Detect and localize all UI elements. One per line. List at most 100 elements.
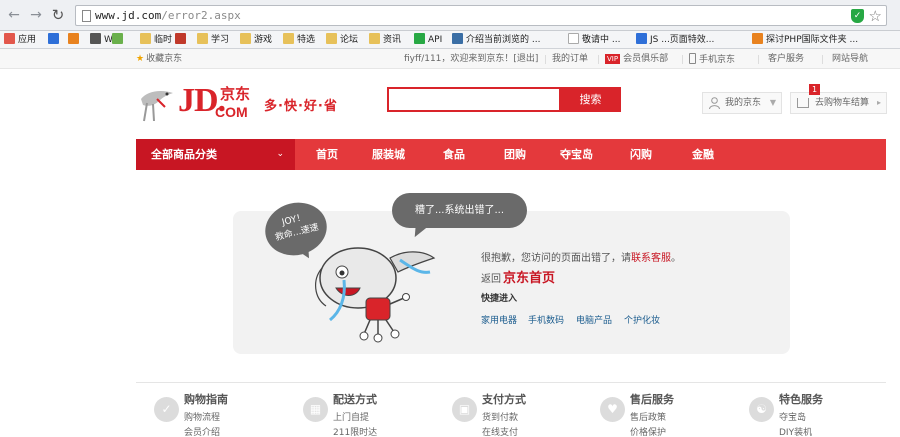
divider [758, 55, 759, 64]
address-bar[interactable]: www.jd.com/error2.aspx ✓ ☆ [75, 5, 887, 26]
contact-service-link[interactable]: 联系客服 [631, 253, 671, 264]
browser-toolbar: ← → ↻ www.jd.com/error2.aspx ✓ ☆ [0, 0, 900, 31]
bookmark-item[interactable]: 论坛 [326, 33, 358, 47]
bookmark-item[interactable]: 特选 [283, 33, 315, 47]
bookmark-item[interactable]: 应用 [4, 33, 36, 47]
folder-icon [240, 33, 251, 44]
my-orders-link[interactable]: 我的订单 [552, 53, 588, 65]
footer-link[interactable]: DIY装机 [779, 427, 812, 437]
search-input[interactable] [387, 87, 561, 112]
divider [598, 55, 599, 64]
bookmark-favicon-icon [90, 33, 101, 44]
bookmark-favicon-icon [112, 33, 123, 44]
url-path: /error2.aspx [161, 9, 241, 22]
url-host: www.jd.com [95, 9, 162, 22]
bookmark-item[interactable] [175, 33, 189, 47]
nav-item-food[interactable]: 食品 [443, 139, 465, 170]
reload-icon[interactable]: ↻ [50, 7, 66, 23]
bookmark-favicon-icon [414, 33, 425, 44]
quick-entry-title: 快捷进入 [481, 294, 518, 304]
footer-link[interactable]: 211限时达 [333, 427, 377, 437]
folder-icon [283, 33, 294, 44]
vip-label: 会员俱乐部 [623, 54, 669, 64]
error-message: 很抱歉，您访问的页面出错了，请联系客服。 [481, 252, 681, 265]
nav-item-auction[interactable]: 夺宝岛 [560, 139, 593, 170]
all-categories-label: 全部商品分类 [151, 148, 217, 161]
bookmark-item[interactable]: 敬请中 ... [568, 33, 620, 47]
footer-link[interactable]: 购物流程 [184, 412, 220, 424]
folder-icon [197, 33, 208, 44]
back-home-prefix: 返回 [481, 274, 501, 285]
cart-label: 去购物车结算 [815, 98, 870, 108]
error-message-text: 很抱歉，您访问的页面出错了，请 [481, 253, 631, 264]
bookmark-item[interactable]: W [90, 33, 113, 47]
shield-icon[interactable]: ✓ [851, 9, 864, 23]
phone-icon [689, 53, 696, 64]
quick-link-computer[interactable]: 电脑产品 [576, 315, 612, 327]
bookmark-favicon-icon [636, 33, 647, 44]
vip-link[interactable]: VIP 会员俱乐部 [605, 53, 668, 65]
cart-button[interactable]: 去购物车结算 ▸ [790, 92, 887, 114]
all-categories-button[interactable]: 全部商品分类 ⌄ [136, 139, 295, 170]
nav-item-finance[interactable]: 金融 [692, 139, 714, 170]
jd-home-link[interactable]: 京东首页 [503, 271, 555, 286]
quick-link-beauty[interactable]: 个护化妆 [624, 315, 660, 327]
bookmark-label: JS ...页面特效... [650, 35, 715, 45]
cart-icon [797, 98, 809, 108]
bookmark-label: API [428, 35, 443, 45]
forward-arrow-icon[interactable]: → [28, 7, 44, 23]
bookmark-item[interactable]: JS ...页面特效... [636, 33, 714, 47]
footer-link[interactable]: 在线支付 [482, 427, 518, 437]
chevron-down-icon: ⌄ [276, 149, 284, 159]
my-jd-dropdown[interactable]: 我的京东 ▼ [702, 92, 782, 114]
bookmark-label: 敬请中 ... [582, 35, 621, 45]
favorite-label: 收藏京东 [146, 54, 183, 64]
delivery-truck-icon: ▦ [303, 397, 328, 422]
bookmark-item[interactable]: 介绍当前浏览的 ... [452, 33, 540, 47]
user-icon [709, 97, 720, 109]
special-service-icon: ☯ [749, 397, 774, 422]
footer-link[interactable]: 夺宝岛 [779, 412, 806, 424]
logo-cn-text[interactable]: 京东 [220, 86, 250, 102]
nav-item-flash[interactable]: 闪购 [630, 139, 652, 170]
nav-item-clothing[interactable]: 服装城 [372, 139, 405, 170]
bookmark-label: 特选 [297, 35, 316, 45]
jd-dog-logo-icon[interactable] [137, 85, 177, 125]
site-nav-link[interactable]: 网站导航 [832, 53, 868, 65]
url-text: www.jd.com/error2.aspx [95, 9, 241, 22]
search-button[interactable]: 搜索 [560, 87, 621, 112]
footer-link[interactable]: 价格保护 [630, 427, 666, 437]
mobile-jd-link[interactable]: 手机京东 [689, 53, 735, 66]
quick-link-appliances[interactable]: 家用电器 [481, 315, 517, 327]
folder-icon [369, 33, 380, 44]
bookmark-label: 临时 [154, 35, 173, 45]
nav-item-groupbuy[interactable]: 团购 [504, 139, 526, 170]
bookmark-star-icon[interactable]: ☆ [869, 7, 882, 25]
bookmark-item[interactable] [68, 33, 82, 47]
bookmark-item[interactable]: 游戏 [240, 33, 272, 47]
footer-link[interactable]: 上门自提 [333, 412, 369, 424]
logo-com-text[interactable]: COM [215, 104, 248, 120]
footer-link[interactable]: 货到付款 [482, 412, 518, 424]
bookmark-item[interactable] [112, 33, 126, 47]
footer-title-aftersales: 售后服务 [630, 393, 674, 406]
bookmark-item[interactable]: 学习 [197, 33, 229, 47]
jd-topbar: ★ 收藏京东 fiyff/111，欢迎来到京东！[退出] 我的订单 VIP 会员俱乐… [0, 49, 900, 69]
bookmark-item[interactable]: 资讯 [369, 33, 401, 47]
divider [822, 55, 823, 64]
footer-link[interactable]: 售后政策 [630, 412, 666, 424]
greeting-text[interactable]: fiyff/111，欢迎来到京东！[退出] [404, 53, 538, 65]
footer-link[interactable]: 会员介绍 [184, 427, 220, 437]
back-arrow-icon[interactable]: ← [6, 7, 22, 23]
bookmark-item[interactable]: API [414, 33, 442, 47]
quick-link-mobile[interactable]: 手机数码 [528, 315, 564, 327]
bookmark-item[interactable] [48, 33, 62, 47]
bookmark-favicon-icon [68, 33, 79, 44]
customer-service-link[interactable]: 客户服务 [768, 53, 804, 65]
favorite-link[interactable]: ★ 收藏京东 [136, 53, 182, 65]
bookmark-item[interactable]: 临时 [140, 33, 172, 47]
bookmark-item[interactable]: 探讨PHP国际文件夹 ... [752, 33, 858, 47]
favorite-star-icon: ★ [136, 54, 145, 64]
nav-item-home[interactable]: 首页 [316, 139, 338, 170]
bookmark-favicon-icon [568, 33, 579, 44]
